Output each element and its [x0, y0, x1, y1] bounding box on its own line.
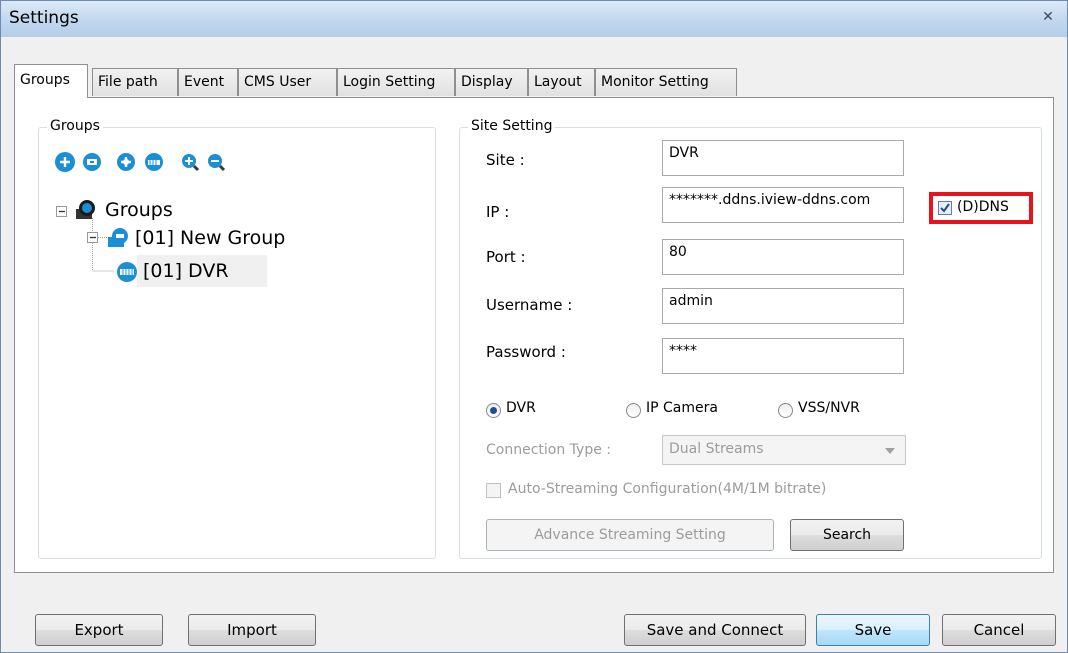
groups-tree[interactable]: Groups [01] New Group [01] DVR: [47, 191, 431, 545]
radio-ip-camera-label: IP Camera: [646, 400, 718, 416]
search-button[interactable]: Search: [790, 519, 904, 551]
radio-dvr[interactable]: [486, 403, 501, 418]
import-button[interactable]: Import: [188, 614, 316, 646]
ip-input[interactable]: *******.ddns.iview-ddns.com: [662, 187, 904, 223]
port-input[interactable]: 80: [662, 239, 904, 275]
add-group-icon[interactable]: [55, 152, 75, 172]
cancel-button[interactable]: Cancel: [942, 614, 1056, 646]
tab-login-setting[interactable]: Login Setting: [337, 68, 455, 96]
ddns-highlight-box: (D)DNS: [929, 192, 1033, 224]
zoom-out-icon[interactable]: [206, 152, 226, 172]
site-input[interactable]: DVR: [662, 140, 904, 176]
advance-streaming-button[interactable]: Advance Streaming Setting: [486, 519, 774, 551]
tab-groups[interactable]: Groups: [14, 64, 88, 98]
tree-group-label[interactable]: [01] New Group: [135, 227, 285, 249]
radio-dvr-label: DVR: [506, 400, 536, 416]
auto-streaming-checkbox[interactable]: [486, 483, 501, 498]
site-setting-label: Site Setting: [468, 118, 556, 134]
auto-streaming-label: Auto-Streaming Configuration(4M/1M bitra…: [508, 481, 827, 497]
tab-monitor-setting[interactable]: Monitor Setting: [595, 68, 737, 96]
groups-groupbox-label: Groups: [47, 118, 103, 134]
ip-label: IP :: [486, 203, 510, 221]
tab-display[interactable]: Display: [455, 68, 528, 96]
title-bar: Settings ✕: [1, 1, 1067, 37]
close-icon[interactable]: ✕: [1039, 9, 1057, 25]
ddns-label: (D)DNS: [957, 199, 1009, 215]
edit-group-icon[interactable]: [82, 152, 102, 172]
groups-tab-panel: Groups Groups [01] New Group [01] DVR Si…: [14, 97, 1054, 573]
connection-type-label: Connection Type :: [486, 442, 611, 458]
tree-root-label[interactable]: Groups: [105, 199, 173, 221]
tab-layout[interactable]: Layout: [528, 68, 595, 96]
add-site-icon[interactable]: [116, 152, 136, 172]
connection-type-value: Dual Streams: [669, 441, 764, 457]
tab-cms-user[interactable]: CMS User: [238, 68, 337, 96]
password-label: Password :: [486, 343, 566, 361]
radio-vss-nvr[interactable]: [778, 403, 793, 418]
save-and-connect-button[interactable]: Save and Connect: [624, 614, 806, 646]
connection-type-dropdown[interactable]: Dual Streams: [662, 435, 906, 465]
radio-ip-camera[interactable]: [626, 403, 641, 418]
password-input[interactable]: ****: [662, 338, 904, 374]
group-root-icon: [74, 199, 98, 225]
site-setting-groupbox: Site Setting Site : DVR IP : *******.ddn…: [459, 118, 1042, 559]
port-label: Port :: [486, 248, 526, 266]
chevron-down-icon: [885, 448, 895, 454]
radio-vss-nvr-label: VSS/NVR: [798, 400, 860, 416]
export-button[interactable]: Export: [35, 614, 163, 646]
groups-groupbox: Groups Groups [01] New Group [01] DVR: [38, 118, 436, 559]
ddns-checkbox[interactable]: [938, 201, 952, 215]
username-input[interactable]: admin: [662, 288, 904, 324]
group-node-icon: [106, 227, 132, 253]
save-button[interactable]: Save: [816, 614, 930, 646]
tree-site-label[interactable]: [01] DVR: [143, 260, 229, 282]
tab-event[interactable]: Event: [178, 68, 238, 96]
window-title: Settings: [9, 8, 79, 28]
tab-file-path[interactable]: File path: [92, 68, 178, 96]
site-label: Site :: [486, 151, 525, 169]
edit-site-icon[interactable]: [144, 152, 164, 172]
settings-window: Settings ✕ Groups File path Event CMS Us…: [0, 0, 1068, 653]
dvr-site-icon: [116, 261, 138, 287]
zoom-in-icon[interactable]: [180, 152, 200, 172]
username-label: Username :: [486, 296, 573, 314]
